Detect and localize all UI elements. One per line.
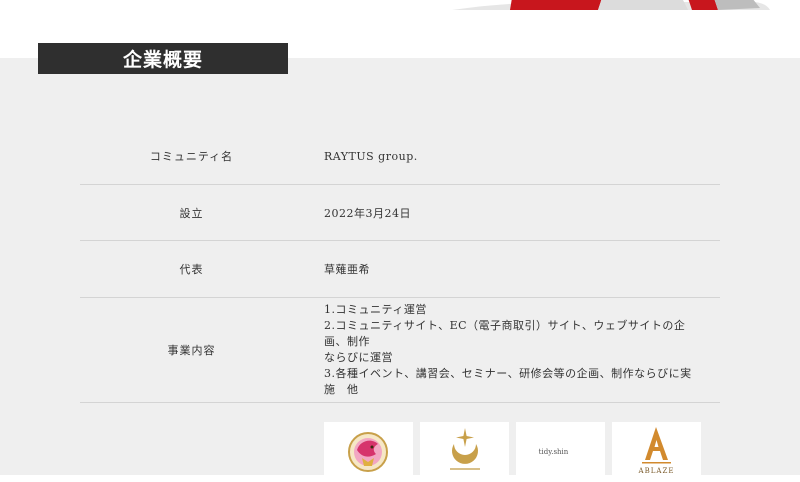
row-value: RAYTUS group. (324, 149, 418, 163)
crescent-star-logo-icon (450, 428, 480, 470)
logo-text: ABLAZE (638, 467, 675, 475)
row-label: コミュニティ名 (149, 150, 234, 163)
info-row-business: 事業内容 1.コミュニティ運営 2.コミュニティサイト、EC（電子商取引）サイト… (80, 298, 720, 403)
row-value: 2022年3月24日 (324, 206, 411, 220)
company-info-table: コミュニティ名 RAYTUS group. 設立 2022年3月24日 代表 草… (80, 128, 720, 403)
info-row-representative: 代表 草薙亜希 (80, 241, 720, 298)
business-line: 3.各種イベント、講習会、セミナー、研修会等の企画、制作ならびに実施 他 (324, 367, 692, 396)
logo-card[interactable]: tidy.shin (516, 422, 605, 482)
business-line: 1.コミュニティ運営 (324, 303, 427, 316)
hero-photo-fragment (452, 0, 770, 10)
row-value: 1.コミュニティ運営 2.コミュニティサイト、EC（電子商取引）サイト、ウェブサ… (324, 298, 700, 402)
logo-card[interactable]: ABLAZE (612, 422, 701, 482)
info-row-founded: 設立 2022年3月24日 (80, 185, 720, 241)
logo-text: tidy.shin (538, 448, 569, 456)
section-title: 企業概要 (38, 43, 288, 74)
row-label: 事業内容 (167, 344, 216, 357)
row-label: 設立 (179, 206, 204, 220)
logo-card[interactable] (420, 422, 509, 482)
logo-card[interactable] (324, 422, 413, 482)
row-value: 草薙亜希 (324, 263, 370, 276)
business-list: 1.コミュニティ運営 2.コミュニティサイト、EC（電子商取引）サイト、ウェブサ… (324, 302, 700, 398)
info-row-community-name: コミュニティ名 RAYTUS group. (80, 128, 720, 185)
business-line: ならびに運営 (324, 351, 393, 364)
group-logos: tidy.shin ABLAZE (324, 422, 701, 482)
business-line: 2.コミュニティサイト、EC（電子商取引）サイト、ウェブサイトの企画、制作 (324, 319, 686, 348)
dragon-emblem-logo-icon (348, 432, 388, 472)
row-label: 代表 (179, 263, 204, 276)
